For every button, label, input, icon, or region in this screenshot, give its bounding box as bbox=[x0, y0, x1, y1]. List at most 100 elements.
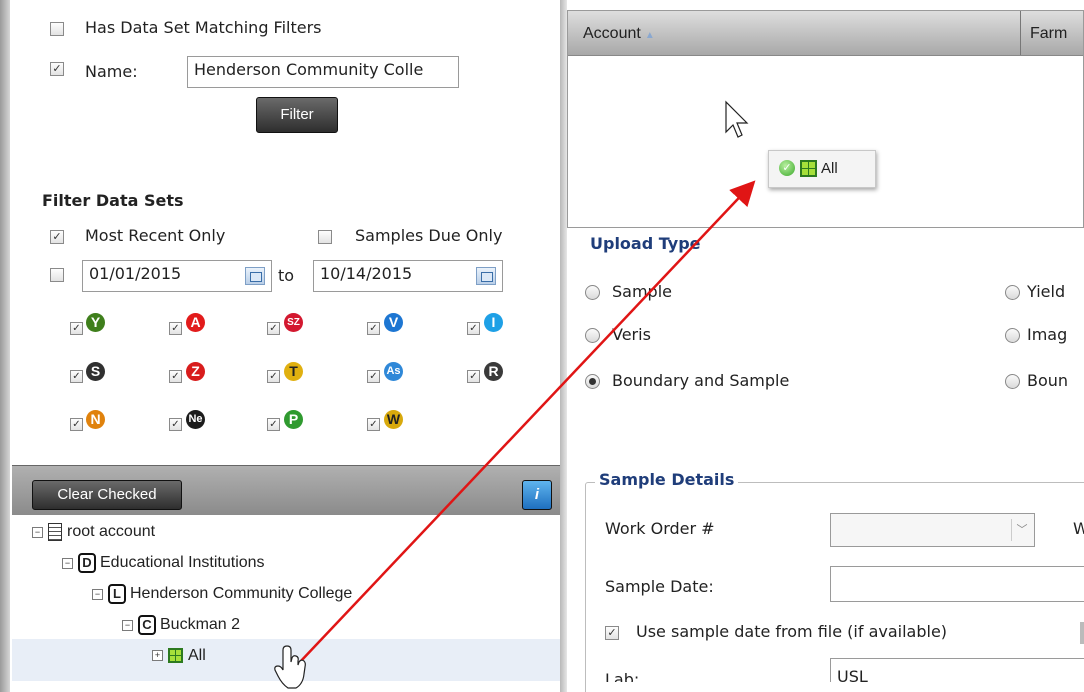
work-order-select[interactable] bbox=[830, 513, 1035, 547]
info-button[interactable]: i bbox=[522, 480, 552, 510]
badge-checkbox[interactable]: ✓ bbox=[70, 370, 83, 383]
most-recent-checkbox[interactable]: ✓ bbox=[50, 230, 64, 244]
partial-control bbox=[1080, 622, 1084, 644]
filter-data-sets-heading: Filter Data Sets bbox=[42, 191, 184, 210]
date-to-input[interactable]: 10/14/2015 bbox=[313, 260, 503, 292]
column-separator bbox=[1020, 11, 1021, 55]
badge-checkbox[interactable]: ✓ bbox=[367, 322, 380, 335]
badge-checkbox[interactable]: ✓ bbox=[169, 370, 182, 383]
column-account[interactable]: Account ▲ bbox=[583, 25, 655, 43]
calendar-to-icon[interactable] bbox=[476, 267, 496, 285]
use-sample-date-checkbox[interactable]: ✓ bbox=[605, 626, 619, 640]
badge-checkbox[interactable]: ✓ bbox=[267, 322, 280, 335]
radio-veris-label: Veris bbox=[612, 325, 651, 344]
badge-t-icon: T bbox=[284, 362, 303, 381]
account-grid: Account ▲ Farm bbox=[567, 10, 1084, 228]
collapse-icon[interactable]: − bbox=[122, 619, 133, 631]
badge-checkbox[interactable]: ✓ bbox=[367, 418, 380, 431]
samples-due-checkbox[interactable] bbox=[318, 230, 332, 244]
radio-yield[interactable] bbox=[1005, 285, 1020, 300]
radio-boundary-and-sample-label: Boundary and Sample bbox=[612, 371, 790, 390]
radio-boundary-and-sample[interactable] bbox=[585, 374, 600, 389]
chevron-down-icon[interactable]: ﹀ bbox=[1011, 519, 1032, 541]
lab-input[interactable]: USL bbox=[830, 658, 1084, 682]
tree-node-label: Buckman 2 bbox=[160, 616, 241, 634]
badge-sz-icon: SZ bbox=[284, 313, 303, 332]
badge-checkbox[interactable]: ✓ bbox=[367, 370, 380, 383]
collapse-icon[interactable]: − bbox=[32, 526, 43, 538]
lab-row: Lab: USL bbox=[567, 658, 1084, 682]
use-sample-date-label: Use sample date from file (if available) bbox=[636, 622, 948, 641]
tree-node-buckman[interactable]: − C Buckman 2 bbox=[122, 615, 240, 635]
badge-y-icon: Y bbox=[86, 313, 105, 332]
account-tree: − root account − D Educational Institutions… bbox=[12, 515, 560, 692]
tree-node-label: root account bbox=[67, 523, 156, 541]
badge-checkbox[interactable]: ✓ bbox=[467, 322, 480, 335]
clear-checked-button[interactable]: Clear Checked bbox=[32, 480, 182, 510]
tree-node-educational[interactable]: − D Educational Institutions bbox=[62, 553, 265, 573]
collapse-icon[interactable]: − bbox=[92, 588, 103, 600]
drag-proxy: ✓ All bbox=[768, 150, 876, 188]
badge-checkbox[interactable]: ✓ bbox=[467, 370, 480, 383]
window-edge bbox=[0, 0, 10, 692]
sample-details-legend: Sample Details bbox=[595, 470, 739, 489]
badge-n-icon: N bbox=[86, 410, 105, 429]
lab-label: Lab: bbox=[605, 670, 640, 682]
tree-row-highlight bbox=[12, 639, 560, 681]
sample-date-input[interactable] bbox=[830, 566, 1084, 602]
has-data-set-label: Has Data Set Matching Filters bbox=[85, 18, 322, 37]
app-window: Has Data Set Matching Filters ✓ Name: He… bbox=[0, 0, 1084, 692]
tree-node-label: Henderson Community College bbox=[130, 585, 353, 603]
tree-node-root[interactable]: − root account bbox=[32, 523, 155, 541]
name-checkbox[interactable]: ✓ bbox=[50, 62, 64, 76]
tree-node-all[interactable]: + All bbox=[152, 647, 206, 665]
document-icon bbox=[48, 523, 62, 541]
sample-date-label: Sample Date: bbox=[605, 577, 714, 596]
collapse-icon[interactable]: − bbox=[62, 557, 73, 569]
badge-checkbox[interactable]: ✓ bbox=[70, 418, 83, 431]
field-grid-icon bbox=[800, 160, 817, 177]
radio-imagery[interactable] bbox=[1005, 328, 1020, 343]
badge-i-icon: I bbox=[484, 313, 503, 332]
tree-node-henderson[interactable]: − L Henderson Community College bbox=[92, 584, 352, 604]
badge-checkbox[interactable]: ✓ bbox=[169, 418, 182, 431]
filter-button[interactable]: Filter bbox=[256, 97, 338, 133]
drag-proxy-label: All bbox=[821, 160, 838, 177]
radio-yield-label: Yield bbox=[1027, 282, 1066, 301]
tree-toolbar: Clear Checked i bbox=[12, 465, 560, 516]
client-tag-icon: C bbox=[138, 615, 156, 635]
sort-asc-icon: ▲ bbox=[644, 30, 655, 41]
calendar-from-icon[interactable] bbox=[245, 267, 265, 285]
check-circle-icon: ✓ bbox=[779, 160, 795, 176]
work-order-label: Work Order # bbox=[605, 519, 715, 538]
date-range-checkbox[interactable] bbox=[50, 268, 64, 282]
samples-due-label: Samples Due Only bbox=[355, 226, 503, 245]
tree-node-label: Educational Institutions bbox=[100, 554, 265, 572]
badge-v-icon: V bbox=[384, 313, 403, 332]
badge-checkbox[interactable]: ✓ bbox=[70, 322, 83, 335]
badge-s-icon: S bbox=[86, 362, 105, 381]
column-account-label: Account bbox=[583, 25, 641, 42]
date-from-input[interactable]: 01/01/2015 bbox=[82, 260, 272, 292]
expand-icon[interactable]: + bbox=[152, 650, 163, 662]
most-recent-label: Most Recent Only bbox=[85, 226, 226, 245]
badge-checkbox[interactable]: ✓ bbox=[267, 418, 280, 431]
name-input[interactable]: Henderson Community Colle bbox=[187, 56, 459, 88]
panel-splitter[interactable] bbox=[560, 0, 567, 692]
tree-node-label: All bbox=[188, 647, 206, 664]
to-label: to bbox=[278, 266, 295, 285]
badge-a-icon: A bbox=[186, 313, 205, 332]
name-label: Name: bbox=[85, 62, 138, 81]
grid-header: Account ▲ Farm bbox=[568, 11, 1083, 56]
badge-checkbox[interactable]: ✓ bbox=[169, 322, 182, 335]
badge-checkbox[interactable]: ✓ bbox=[267, 370, 280, 383]
radio-boundary-label: Boun bbox=[1027, 371, 1069, 390]
radio-veris[interactable] bbox=[585, 328, 600, 343]
radio-sample[interactable] bbox=[585, 285, 600, 300]
radio-boundary[interactable] bbox=[1005, 374, 1020, 389]
badge-as-icon: As bbox=[384, 362, 403, 381]
division-tag-icon: D bbox=[78, 553, 96, 573]
column-farm[interactable]: Farm bbox=[1030, 25, 1067, 43]
radio-sample-label: Sample bbox=[612, 282, 672, 301]
has-data-set-checkbox[interactable] bbox=[50, 22, 64, 36]
